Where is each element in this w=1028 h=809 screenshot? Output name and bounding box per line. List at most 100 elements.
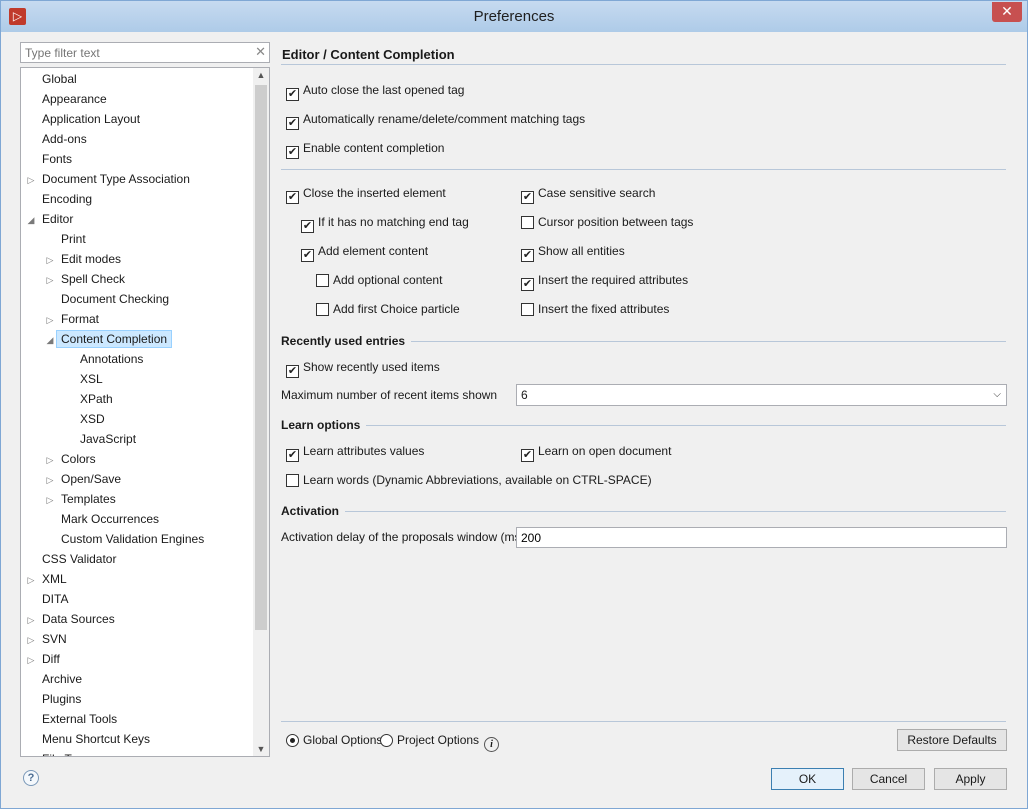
tree-item[interactable]: Global [25, 69, 82, 89]
expand-icon[interactable]: ▷ [44, 250, 56, 270]
expand-icon[interactable]: ▷ [25, 610, 37, 630]
show-entities-checkbox[interactable]: ✔ Show all entities [521, 243, 625, 262]
apply-button[interactable]: Apply [934, 768, 1007, 790]
tree-item[interactable]: ▷ SVN [25, 629, 72, 649]
tree-item[interactable]: Document Checking [44, 289, 174, 309]
global-options-radio[interactable]: Global Options [286, 732, 382, 748]
checkbox-box[interactable]: ✔ [521, 449, 534, 462]
checkbox-box[interactable] [316, 274, 329, 287]
tree-item[interactable]: ▷ Data Sources [25, 609, 120, 629]
checkbox-box[interactable]: ✔ [301, 220, 314, 233]
clear-filter-icon[interactable]: ✕ [255, 44, 266, 60]
help-icon[interactable]: ? [23, 770, 39, 786]
checkbox-box[interactable]: ✔ [521, 191, 534, 204]
case-sensitive-checkbox[interactable]: ✔ Case sensitive search [521, 185, 655, 204]
add-first-choice-checkbox[interactable]: Add first Choice particle [316, 301, 460, 317]
enable-completion-checkbox[interactable]: ✔ Enable content completion [286, 140, 444, 159]
radio-button[interactable] [286, 734, 299, 747]
tree-item[interactable]: XSD [63, 409, 110, 429]
tree-item[interactable]: XSL [63, 369, 108, 389]
radio-button[interactable] [380, 734, 393, 747]
cursor-position-checkbox[interactable]: Cursor position between tags [521, 214, 693, 230]
ok-button[interactable]: OK [771, 768, 844, 790]
tree-item[interactable]: Plugins [25, 689, 86, 709]
checkbox-box[interactable]: ✔ [286, 146, 299, 159]
learn-open-document-checkbox[interactable]: ✔ Learn on open document [521, 443, 671, 462]
tree-item[interactable]: ▷ Diff [25, 649, 65, 669]
tree-item[interactable]: ▷ Format [44, 309, 104, 329]
tree-item[interactable]: Custom Validation Engines [44, 529, 209, 549]
expand-icon[interactable]: ▷ [25, 570, 37, 590]
tree-item[interactable]: ▷ Document Type Association [25, 169, 195, 189]
tree-item[interactable]: File Types [25, 749, 101, 756]
tree-item[interactable]: External Tools [25, 709, 122, 729]
expand-icon[interactable]: ▷ [44, 490, 56, 510]
checkbox-box[interactable]: ✔ [286, 191, 299, 204]
tree-item[interactable]: Application Layout [25, 109, 145, 129]
tree-item[interactable]: DITA [25, 589, 73, 609]
title-bar[interactable]: ▷ Preferences ✕ [1, 1, 1027, 32]
add-element-content-checkbox[interactable]: ✔ Add element content [301, 243, 428, 262]
tree-item[interactable]: ◢ Editor [25, 209, 78, 229]
auto-close-checkbox[interactable]: ✔ Auto close the last opened tag [286, 82, 464, 101]
tree-scrollbar[interactable]: ▲ ▼ [253, 68, 269, 756]
checkbox-box[interactable]: ✔ [301, 249, 314, 262]
expand-icon[interactable]: ▷ [25, 650, 37, 670]
expand-icon[interactable]: ▷ [44, 470, 56, 490]
expand-icon[interactable]: ▷ [44, 450, 56, 470]
checkbox-box[interactable]: ✔ [286, 449, 299, 462]
checkbox-box[interactable]: ✔ [286, 365, 299, 378]
tree-item[interactable]: ▷ Open/Save [44, 469, 126, 489]
add-optional-content-checkbox[interactable]: Add optional content [316, 272, 442, 288]
filter-field[interactable]: ✕ [20, 42, 270, 63]
checkbox-box[interactable]: ✔ [521, 249, 534, 262]
tree-item[interactable]: XPath [63, 389, 118, 409]
learn-attributes-checkbox[interactable]: ✔ Learn attributes values [286, 443, 424, 462]
tree-item[interactable]: ◢ Content Completion [44, 329, 173, 350]
checkbox-box[interactable] [521, 216, 534, 229]
tree-item[interactable]: Add-ons [25, 129, 92, 149]
tree-item[interactable]: CSS Validator [25, 549, 121, 569]
tree-item[interactable]: Annotations [63, 349, 148, 369]
close-inserted-checkbox[interactable]: ✔ Close the inserted element [286, 185, 446, 204]
checkbox-box[interactable] [316, 303, 329, 316]
no-matching-end-checkbox[interactable]: ✔ If it has no matching end tag [301, 214, 469, 233]
checkbox-box[interactable]: ✔ [521, 278, 534, 291]
tree-item[interactable]: Mark Occurrences [44, 509, 164, 529]
collapse-icon[interactable]: ◢ [25, 210, 37, 230]
scroll-up-icon[interactable]: ▲ [253, 70, 269, 80]
expand-icon[interactable]: ▷ [44, 270, 56, 290]
tree-item[interactable]: Appearance [25, 89, 112, 109]
tree-item[interactable]: Encoding [25, 189, 97, 209]
expand-icon[interactable]: ▷ [44, 310, 56, 330]
tree-item[interactable]: Archive [25, 669, 87, 689]
checkbox-box[interactable] [521, 303, 534, 316]
restore-defaults-button[interactable]: Restore Defaults [897, 729, 1007, 751]
tree-item[interactable]: ▷ Edit modes [44, 249, 126, 269]
tree-item[interactable]: Print [44, 229, 91, 249]
chevron-down-icon[interactable]: ⌵ [993, 385, 1001, 405]
collapse-icon[interactable]: ◢ [44, 330, 56, 350]
show-recent-checkbox[interactable]: ✔ Show recently used items [286, 359, 440, 378]
auto-rename-checkbox[interactable]: ✔ Automatically rename/delete/comment mat… [286, 111, 585, 130]
cancel-button[interactable]: Cancel [852, 768, 925, 790]
checkbox-box[interactable]: ✔ [286, 88, 299, 101]
learn-words-checkbox[interactable]: Learn words (Dynamic Abbreviations, avai… [286, 472, 652, 488]
checkbox-box[interactable] [286, 474, 299, 487]
fixed-attributes-checkbox[interactable]: Insert the fixed attributes [521, 301, 669, 317]
tree-item[interactable]: Menu Shortcut Keys [25, 729, 155, 749]
expand-icon[interactable]: ▷ [25, 630, 37, 650]
tree-item[interactable]: ▷ Colors [44, 449, 101, 469]
info-icon[interactable]: i [484, 737, 500, 752]
tree-item[interactable]: ▷ Spell Check [44, 269, 130, 289]
tree-item[interactable]: ▷ Templates [44, 489, 121, 509]
filter-input[interactable] [21, 43, 247, 62]
close-icon[interactable]: ✕ [992, 2, 1022, 22]
activation-delay-input[interactable] [516, 527, 1007, 548]
scrollbar-thumb[interactable] [255, 85, 267, 630]
tree-item[interactable]: ▷ XML [25, 569, 72, 589]
tree-item[interactable]: JavaScript [63, 429, 141, 449]
tree-item[interactable]: Fonts [25, 149, 77, 169]
required-attributes-checkbox[interactable]: ✔ Insert the required attributes [521, 272, 688, 291]
max-recent-select[interactable]: 6 ⌵ [516, 384, 1007, 406]
